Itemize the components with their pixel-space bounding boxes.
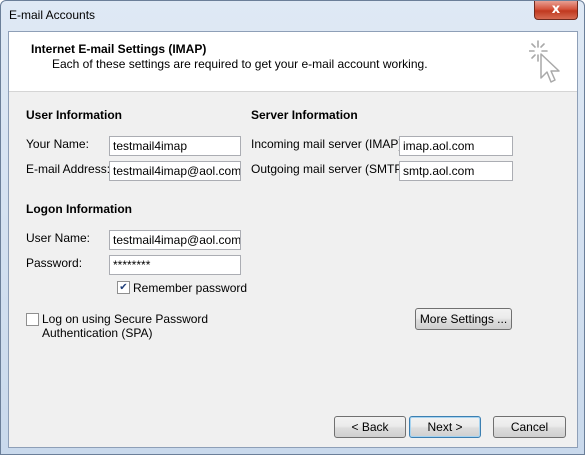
password-label: Password: <box>26 256 83 270</box>
dialog-content: Internet E-mail Settings (IMAP) Each of … <box>8 31 578 448</box>
window-title: E-mail Accounts <box>9 8 96 22</box>
your-name-input[interactable]: testmail4imap <box>109 136 241 156</box>
spa-label-line2[interactable]: Authentication (SPA) <box>42 326 153 340</box>
email-address-label: E-mail Address: <box>26 162 111 176</box>
outgoing-server-label: Outgoing mail server (SMTP): <box>251 162 410 176</box>
page-subtitle: Each of these settings are required to g… <box>52 57 428 71</box>
cursor-click-icon <box>529 40 560 83</box>
more-settings-button[interactable]: More Settings ... <box>415 308 512 330</box>
cancel-button[interactable]: Cancel <box>493 416 566 438</box>
logon-information-heading: Logon Information <box>26 202 132 216</box>
incoming-server-input[interactable]: imap.aol.com <box>399 136 513 156</box>
user-name-input[interactable]: testmail4imap@aol.com <box>109 230 241 250</box>
password-input[interactable]: ******** <box>109 255 241 275</box>
remember-password-checkbox[interactable]: ✔ <box>117 281 130 294</box>
spa-label-line1[interactable]: Log on using Secure Password <box>42 312 208 326</box>
user-information-heading: User Information <box>26 108 123 122</box>
email-address-input[interactable]: testmail4imap@aol.com <box>109 161 241 181</box>
next-button[interactable]: Next > <box>409 416 481 438</box>
page-title: Internet E-mail Settings (IMAP) <box>31 42 207 56</box>
server-information-heading: Server Information <box>251 108 358 122</box>
spa-checkbox[interactable] <box>26 313 39 326</box>
title-bar[interactable]: E-mail Accounts x <box>1 1 584 31</box>
checkmark-icon: ✔ <box>119 282 128 293</box>
remember-password-label[interactable]: Remember password <box>133 281 247 295</box>
outgoing-server-input[interactable]: smtp.aol.com <box>399 161 513 181</box>
close-icon: x <box>551 2 561 17</box>
email-accounts-window: E-mail Accounts x Internet E-mail Settin… <box>0 0 585 455</box>
close-button[interactable]: x <box>534 1 578 20</box>
your-name-label: Your Name: <box>26 137 89 151</box>
header-band: Internet E-mail Settings (IMAP) Each of … <box>9 32 577 92</box>
user-name-label: User Name: <box>26 231 91 245</box>
incoming-server-label: Incoming mail server (IMAP): <box>251 137 406 151</box>
back-button[interactable]: < Back <box>334 416 406 438</box>
